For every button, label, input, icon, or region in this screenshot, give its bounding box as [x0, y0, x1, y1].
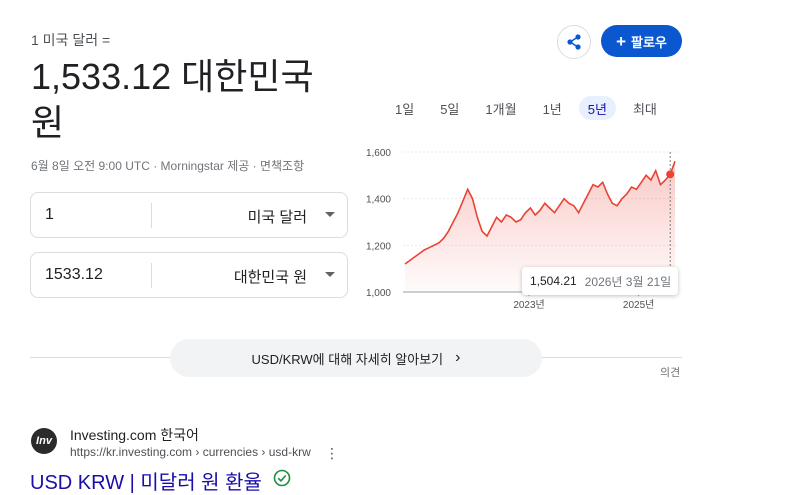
chart-tooltip: 1,504.21 2026년 3월 21일 — [522, 267, 678, 295]
converter-divider — [151, 263, 152, 288]
share-icon — [567, 34, 581, 50]
site-favicon: Inv — [31, 428, 57, 454]
update-meta: 6월 8일 오전 9:00 UTC · Morningstar 제공 · 면책조… — [31, 159, 305, 173]
learn-more-button[interactable]: USD/KRW에 대해 자세히 알아보기 › — [170, 339, 542, 377]
tooltip-value: 1,504.21 — [530, 274, 577, 288]
y-tick-label: 1,000 — [366, 288, 391, 299]
plus-icon: + — [616, 31, 627, 51]
y-tick-label: 1,200 — [366, 241, 391, 252]
tab-5y[interactable]: 5년 — [578, 96, 616, 120]
to-amount-input[interactable]: 1533.12 — [45, 266, 103, 284]
y-tick-label: 1,400 — [366, 195, 391, 206]
more-options-icon[interactable]: ⋮ — [325, 445, 339, 462]
to-converter-row: 1533.12 대한민국 원 — [30, 252, 348, 298]
tab-1d[interactable]: 1일 — [386, 96, 423, 120]
from-currency-select[interactable]: 미국 달러 — [248, 206, 307, 227]
y-tick-label: 1,600 — [366, 148, 391, 159]
from-amount-input[interactable]: 1 — [45, 206, 54, 224]
from-currency-line: 1 미국 달러 = — [31, 32, 111, 48]
x-tick-label: 2023년 — [513, 299, 544, 311]
result-site-name[interactable]: Investing.com 한국어 — [70, 425, 199, 445]
tooltip-date: 2026년 3월 21일 — [584, 274, 672, 289]
feedback-link[interactable]: 의견 — [660, 364, 680, 380]
converter-divider — [151, 203, 152, 228]
converted-value: 1,533.12 대한민국 원 — [31, 56, 314, 143]
tab-1y[interactable]: 1년 — [534, 96, 571, 120]
tab-1m[interactable]: 1개월 — [476, 96, 525, 120]
result-url[interactable]: https://kr.investing.com › currencies › … — [70, 445, 311, 459]
result-title-link[interactable]: USD KRW | 미달러 원 환율 — [30, 466, 262, 495]
follow-button[interactable]: + 팔로우 — [601, 25, 682, 57]
tab-5d[interactable]: 5일 — [431, 96, 468, 120]
learn-more-label: USD/KRW에 대해 자세히 알아보기 — [251, 351, 444, 367]
follow-label: 팔로우 — [631, 34, 667, 50]
verified-check-icon — [273, 469, 291, 487]
chevron-right-icon: › — [455, 349, 461, 366]
share-button[interactable] — [557, 25, 591, 59]
chevron-down-icon[interactable] — [325, 212, 335, 217]
range-tabs: 1일 5일 1개월 1년 5년 최대 — [386, 96, 674, 120]
to-currency-select[interactable]: 대한민국 원 — [234, 266, 307, 287]
tab-max[interactable]: 최대 — [624, 96, 666, 120]
x-tick-label: 2025년 — [623, 299, 654, 311]
from-converter-row: 1 미국 달러 — [30, 192, 348, 238]
hover-point — [666, 170, 675, 179]
chevron-down-icon[interactable] — [325, 272, 335, 277]
